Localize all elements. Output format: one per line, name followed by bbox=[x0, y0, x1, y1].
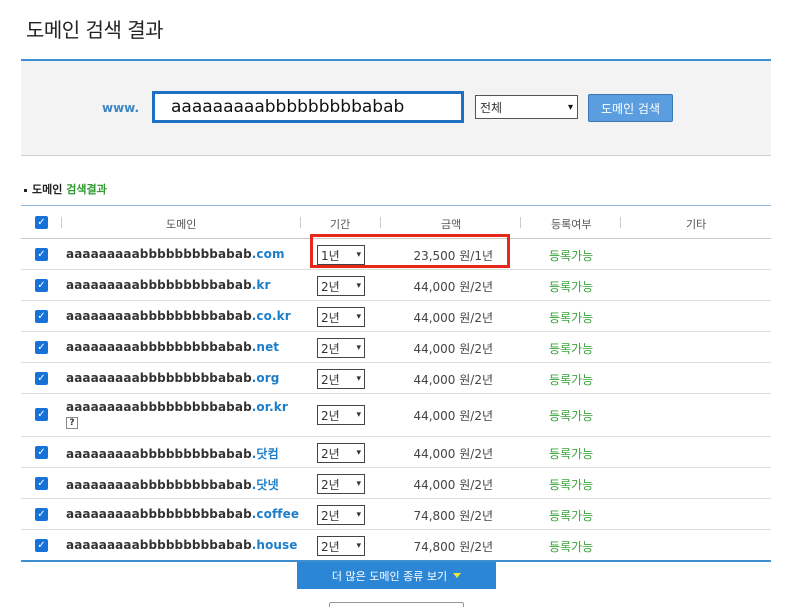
domain-name: aaaaaaaaabbbbbbbbbabab.닷넷 bbox=[66, 478, 279, 492]
status-badge: 등록가능 bbox=[549, 447, 594, 461]
domain-tld: .com bbox=[251, 247, 285, 261]
domain-name: aaaaaaaaabbbbbbbbbabab.house bbox=[66, 538, 298, 552]
highlight-box bbox=[310, 234, 510, 268]
row-checkbox[interactable]: ✓ bbox=[35, 248, 48, 261]
result-rows: ✓ aaaaaaaaabbbbbbbbbabab.com 1년 ▾ 23,500 원/1… bbox=[21, 239, 771, 561]
row-checkbox[interactable]: ✓ bbox=[35, 446, 48, 459]
table-row: ✓ aaaaaaaaabbbbbbbbbabab.닷컴 2년 ▾ 44,000 원/2년… bbox=[21, 437, 771, 468]
tld-select[interactable]: 전체 ▾ bbox=[475, 95, 578, 119]
chevron-down-icon: ▾ bbox=[356, 541, 361, 551]
price: 44,000 원/2년 bbox=[413, 478, 493, 492]
table-row: ✓ aaaaaaaaabbbbbbbbbabab.coffee 2년 ▾ 74,800 … bbox=[21, 499, 771, 530]
domain-name: aaaaaaaaabbbbbbbbbabab.org bbox=[66, 371, 280, 385]
row-checkbox[interactable]: ✓ bbox=[35, 372, 48, 385]
domain-tld: .coffee bbox=[251, 507, 300, 521]
header-period: 기간 bbox=[330, 218, 351, 231]
row-checkbox[interactable]: ✓ bbox=[35, 279, 48, 292]
row-checkbox[interactable]: ✓ bbox=[35, 539, 48, 552]
period-select[interactable]: 2년 ▾ bbox=[317, 369, 365, 389]
triangle-down-icon bbox=[453, 573, 462, 578]
status-badge: 등록가능 bbox=[549, 311, 594, 325]
table-row: ✓ aaaaaaaaabbbbbbbbbabab.닷넷 2년 ▾ 44,000 원/2년… bbox=[21, 468, 771, 499]
header-price: 금액 bbox=[441, 218, 462, 231]
chevron-down-icon: ▾ bbox=[356, 479, 361, 489]
domain-name: aaaaaaaaabbbbbbbbbabab.kr bbox=[66, 278, 271, 292]
status-badge: 등록가능 bbox=[549, 249, 594, 263]
domain-name: aaaaaaaaabbbbbbbbbabab.com bbox=[66, 247, 285, 261]
chevron-down-icon: ▾ bbox=[356, 510, 361, 520]
chevron-down-icon: ▾ bbox=[567, 101, 573, 113]
bullet-icon bbox=[24, 188, 27, 192]
chevron-down-icon: ▾ bbox=[356, 343, 361, 353]
table-row: ✓ aaaaaaaaabbbbbbbbbabab.or.kr? 2년 ▾ 44,000 … bbox=[21, 394, 771, 437]
price: 44,000 원/2년 bbox=[413, 447, 493, 461]
period-select[interactable]: 2년 ▾ bbox=[317, 405, 365, 425]
price: 44,000 원/2년 bbox=[413, 409, 493, 423]
domain-tld: .org bbox=[251, 371, 280, 385]
select-all-checkbox[interactable]: ✓ bbox=[35, 216, 48, 229]
status-badge: 등록가능 bbox=[549, 540, 594, 554]
domain-tld: .or.kr bbox=[251, 400, 288, 414]
row-checkbox[interactable]: ✓ bbox=[35, 408, 48, 421]
chevron-down-icon: ▾ bbox=[356, 410, 361, 420]
domain-tld: .co.kr bbox=[251, 309, 291, 323]
status-badge: 등록가능 bbox=[549, 478, 594, 492]
more-domains-button[interactable]: 더 많은 도메인 종류 보기 bbox=[297, 562, 496, 589]
search-panel: www. 전체 ▾ 도메인 검색 bbox=[21, 59, 771, 156]
header-status: 등록여부 bbox=[551, 218, 592, 231]
table-row: ✓ aaaaaaaaabbbbbbbbbabab.kr 2년 ▾ 44,000 원/2년… bbox=[21, 270, 771, 301]
status-badge: 등록가능 bbox=[549, 409, 594, 423]
row-checkbox[interactable]: ✓ bbox=[35, 310, 48, 323]
chevron-down-icon: ▾ bbox=[356, 312, 361, 322]
domain-name: aaaaaaaaabbbbbbbbbabab.닷컴 bbox=[66, 447, 279, 461]
section-heading: 도메인 검색결과 bbox=[24, 181, 107, 197]
domain-name: aaaaaaaaabbbbbbbbbabab.co.kr bbox=[66, 309, 291, 323]
tld-select-value: 전체 bbox=[480, 100, 503, 115]
period-select[interactable]: 2년 ▾ bbox=[317, 276, 365, 296]
period-select[interactable]: 2년 ▾ bbox=[317, 338, 365, 358]
status-badge: 등록가능 bbox=[549, 509, 594, 523]
price: 74,800 원/2년 bbox=[413, 509, 493, 523]
price: 44,000 원/2년 bbox=[413, 342, 493, 356]
status-badge: 등록가능 bbox=[549, 280, 594, 294]
domain-tld: .kr bbox=[251, 278, 271, 292]
period-select[interactable]: 2년 ▾ bbox=[317, 474, 365, 494]
domain-name: aaaaaaaaabbbbbbbbbabab.coffee bbox=[66, 507, 300, 521]
table-row: ✓ aaaaaaaaabbbbbbbbbabab.org 2년 ▾ 44,000 원/2… bbox=[21, 363, 771, 394]
chevron-down-icon: ▾ bbox=[356, 374, 361, 384]
period-select[interactable]: 2년 ▾ bbox=[317, 505, 365, 525]
header-other: 기타 bbox=[686, 218, 707, 231]
domain-tld: .닷넷 bbox=[251, 478, 279, 492]
domain-tld: .net bbox=[251, 340, 280, 354]
table-row: ✓ aaaaaaaaabbbbbbbbbabab.co.kr 2년 ▾ 44,000 원… bbox=[21, 301, 771, 332]
domain-search-input[interactable] bbox=[152, 91, 464, 123]
status-badge: 등록가능 bbox=[549, 342, 594, 356]
period-select[interactable]: 2년 ▾ bbox=[317, 443, 365, 463]
chevron-down-icon: ▾ bbox=[356, 281, 361, 291]
row-checkbox[interactable]: ✓ bbox=[35, 508, 48, 521]
period-select[interactable]: 2년 ▾ bbox=[317, 536, 365, 556]
price: 74,800 원/2년 bbox=[413, 540, 493, 554]
domain-search-button[interactable]: 도메인 검색 bbox=[588, 94, 673, 122]
table-row: ✓ aaaaaaaaabbbbbbbbbabab.house 2년 ▾ 74,800 원… bbox=[21, 530, 771, 561]
row-checkbox[interactable]: ✓ bbox=[35, 341, 48, 354]
chevron-down-icon: ▾ bbox=[356, 448, 361, 458]
table-row: ✓ aaaaaaaaabbbbbbbbbabab.net 2년 ▾ 44,000 원/2… bbox=[21, 332, 771, 363]
domain-name: aaaaaaaaabbbbbbbbbabab.net bbox=[66, 340, 280, 354]
period-select[interactable]: 2년 ▾ bbox=[317, 307, 365, 327]
status-badge: 등록가능 bbox=[549, 373, 594, 387]
domain-name: aaaaaaaaabbbbbbbbbabab.or.kr? bbox=[66, 400, 288, 429]
www-prefix: www. bbox=[102, 101, 140, 115]
page-title: 도메인 검색 결과 bbox=[26, 18, 164, 42]
price: 44,000 원/2년 bbox=[413, 311, 493, 325]
header-domain: 도메인 bbox=[166, 218, 197, 231]
help-icon[interactable]: ? bbox=[66, 417, 78, 429]
next-control[interactable] bbox=[329, 602, 464, 607]
price: 44,000 원/2년 bbox=[413, 373, 493, 387]
row-checkbox[interactable]: ✓ bbox=[35, 477, 48, 490]
price: 44,000 원/2년 bbox=[413, 280, 493, 294]
domain-tld: .닷컴 bbox=[251, 447, 279, 461]
domain-tld: .house bbox=[251, 538, 298, 552]
